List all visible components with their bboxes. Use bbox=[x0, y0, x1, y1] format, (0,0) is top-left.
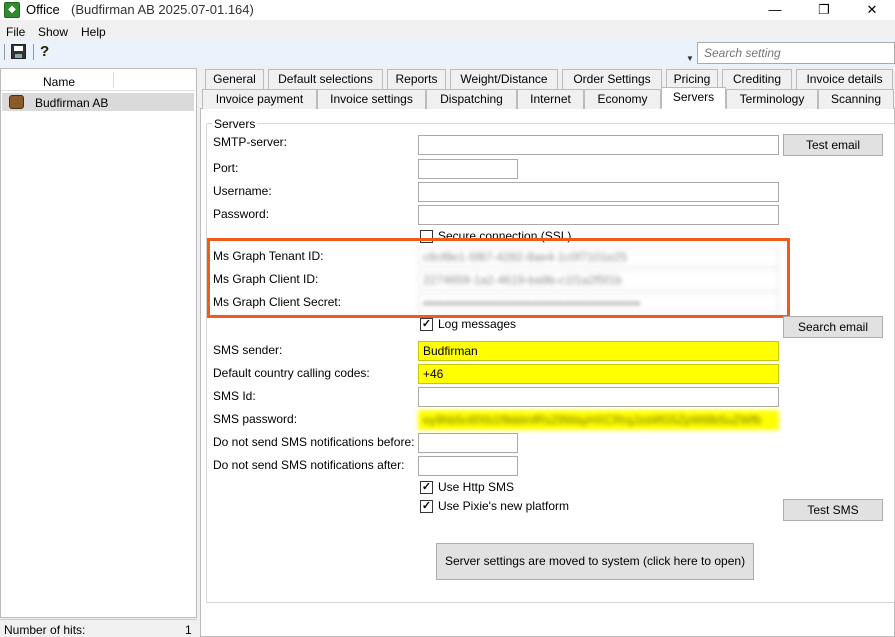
tab-invoice-payment[interactable]: Invoice payment bbox=[202, 89, 317, 109]
smtp-server-label: SMTP-server: bbox=[213, 135, 288, 149]
tab-default-selections[interactable]: Default selections bbox=[268, 69, 383, 89]
open-system-settings-button[interactable]: Server settings are moved to system (cli… bbox=[436, 543, 754, 580]
tab-general[interactable]: General bbox=[205, 69, 264, 89]
username-label: Username: bbox=[213, 184, 272, 198]
search-email-button[interactable]: Search email bbox=[783, 316, 883, 338]
tab-servers[interactable]: Servers bbox=[661, 87, 726, 109]
close-button[interactable]: ✕ bbox=[852, 0, 892, 20]
sms-password-label: SMS password: bbox=[213, 412, 298, 426]
tab-weight-distance[interactable]: Weight/Distance bbox=[450, 69, 558, 89]
company-list-panel bbox=[0, 68, 197, 618]
smtp-server-field[interactable] bbox=[418, 135, 779, 155]
tab-crediting[interactable]: Crediting bbox=[722, 69, 792, 89]
tab-terminology[interactable]: Terminology bbox=[726, 89, 818, 109]
tab-dispatching[interactable]: Dispatching bbox=[426, 89, 517, 109]
test-sms-button[interactable]: Test SMS bbox=[783, 499, 883, 521]
tab-economy[interactable]: Economy bbox=[584, 89, 661, 109]
name-column-label: Name bbox=[43, 75, 76, 89]
no-sms-before-label: Do not send SMS notifications before: bbox=[213, 435, 415, 449]
log-messages-checkbox[interactable]: ✓ bbox=[420, 318, 433, 331]
sms-password-field[interactable]: ey9hb5c6fXb1f9ddmfRs29WayHXCRrqJzd4fG5Zp… bbox=[418, 410, 779, 430]
window-subtitle: (Budfirman AB 2025.07-01.164) bbox=[71, 2, 254, 17]
tab-order-settings[interactable]: Order Settings bbox=[562, 69, 662, 89]
sms-id-field[interactable] bbox=[418, 387, 779, 407]
list-item-label: Budfirman AB bbox=[35, 96, 109, 110]
sms-sender-field[interactable]: Budfirman bbox=[418, 341, 779, 361]
toolbar-grip bbox=[4, 44, 5, 60]
tab-reports[interactable]: Reports bbox=[387, 69, 446, 89]
tab-internet[interactable]: Internet bbox=[517, 89, 584, 109]
chevron-down-icon[interactable]: ▼ bbox=[686, 54, 694, 63]
sms-sender-label: SMS sender: bbox=[213, 343, 283, 357]
sms-id-label: SMS Id: bbox=[213, 389, 256, 403]
window-title: Office bbox=[26, 2, 60, 17]
tab-invoice-details[interactable]: Invoice details bbox=[796, 69, 893, 89]
highlight-annotation bbox=[207, 238, 790, 318]
log-messages-label: Log messages bbox=[438, 317, 517, 331]
minimize-button[interactable]: — bbox=[755, 0, 795, 20]
pixie-platform-label: Use Pixie's new platform bbox=[438, 499, 570, 513]
use-http-sms-checkbox[interactable]: ✓ bbox=[420, 481, 433, 494]
no-sms-after-field[interactable] bbox=[418, 456, 518, 476]
hits-count: 1 bbox=[185, 623, 192, 637]
column-divider[interactable] bbox=[113, 72, 114, 88]
hits-label: Number of hits: bbox=[4, 623, 86, 637]
restore-button[interactable]: ❐ bbox=[804, 0, 844, 20]
country-codes-field[interactable]: +46 bbox=[418, 364, 779, 384]
save-icon[interactable] bbox=[11, 44, 26, 59]
toolbar-separator bbox=[33, 44, 34, 60]
menu-show[interactable]: Show bbox=[38, 25, 68, 39]
no-sms-after-label: Do not send SMS notifications after: bbox=[213, 458, 405, 472]
password-field[interactable] bbox=[418, 205, 779, 225]
status-divider bbox=[0, 619, 197, 620]
tab-scanning[interactable]: Scanning bbox=[818, 89, 894, 109]
port-label: Port: bbox=[213, 161, 239, 175]
username-field[interactable] bbox=[418, 182, 779, 202]
no-sms-before-field[interactable] bbox=[418, 433, 518, 453]
test-email-button[interactable]: Test email bbox=[783, 134, 883, 156]
search-box[interactable] bbox=[697, 42, 895, 64]
menu-file[interactable]: File bbox=[6, 25, 25, 39]
menu-bar bbox=[0, 22, 895, 40]
help-icon[interactable]: ? bbox=[40, 43, 49, 60]
port-field[interactable] bbox=[418, 159, 518, 179]
menu-help[interactable]: Help bbox=[81, 25, 106, 39]
servers-group-label: Servers bbox=[212, 117, 258, 131]
use-http-sms-label: Use Http SMS bbox=[438, 480, 515, 494]
tab-invoice-settings[interactable]: Invoice settings bbox=[317, 89, 426, 109]
password-label: Password: bbox=[213, 207, 270, 221]
country-codes-label: Default country calling codes: bbox=[213, 366, 370, 380]
name-column-header[interactable] bbox=[1, 71, 195, 91]
app-icon: ◆ bbox=[4, 2, 20, 18]
company-icon bbox=[9, 95, 24, 109]
tab-pricing[interactable]: Pricing bbox=[666, 69, 718, 89]
pixie-platform-checkbox[interactable]: ✓ bbox=[420, 500, 433, 513]
search-input[interactable] bbox=[698, 43, 894, 63]
